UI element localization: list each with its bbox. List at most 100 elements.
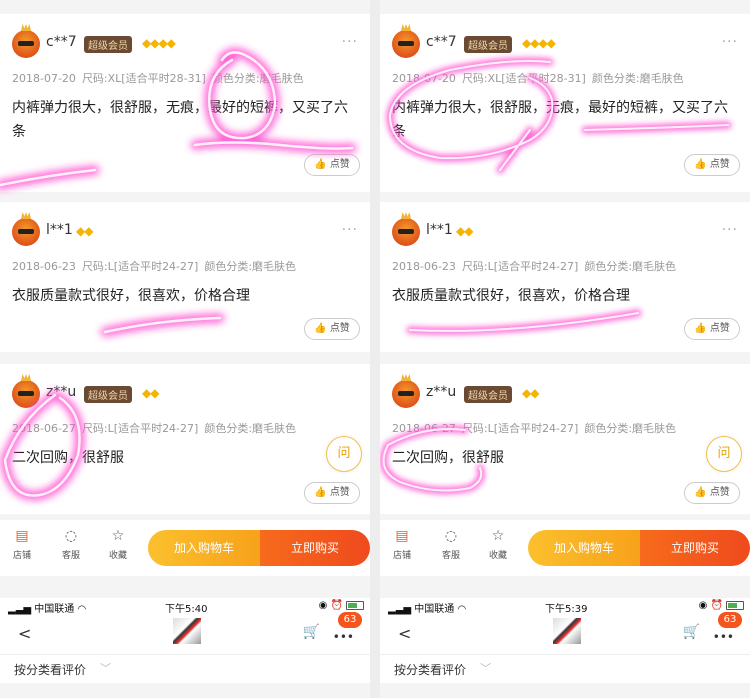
level-diamonds: ◆◆◆◆	[142, 36, 176, 50]
level-diamonds: ◆◆	[76, 224, 93, 238]
ask-button[interactable]: 问	[326, 436, 362, 472]
more-icon[interactable]: ···	[342, 222, 358, 238]
review-size: 尺码:L[适合平时24-27]	[461, 260, 579, 273]
reviewer-name[interactable]: l**1	[46, 222, 73, 238]
shop-button[interactable]: ▤ 店铺	[6, 528, 38, 561]
buy-now-button[interactable]: 立即购买	[260, 530, 370, 566]
review-meta: 2018-06-27 尺码:L[适合平时24-27] 颜色分类:磨毛肤色	[392, 420, 682, 436]
thumbs-up-icon: 👍	[314, 159, 327, 170]
reviewer-name[interactable]: l**1	[426, 222, 453, 238]
like-button[interactable]: 👍 点赞	[304, 318, 360, 340]
avatar[interactable]	[392, 380, 420, 408]
filter-label: 按分类看评价	[14, 663, 87, 677]
avatar[interactable]	[392, 218, 420, 246]
review-text: 衣服质量款式很好，很喜欢，价格合理	[12, 288, 250, 304]
chevron-down-icon: ﹀	[480, 662, 491, 675]
like-button[interactable]: 👍 点赞	[304, 482, 360, 504]
reviewer-name[interactable]: c**7	[46, 34, 77, 50]
alarm-icon: ⏰	[330, 600, 343, 611]
review-color: 颜色分类:磨毛肤色	[204, 260, 297, 273]
screenshot-left: c**7 超级会员 ◆◆◆◆ ··· 2018-07-20 尺码:XL[适合平时2…	[0, 0, 370, 698]
review-card: c**7 超级会员 ◆◆◆◆ ··· 2018-07-20 尺码:XL[适合平时2…	[380, 14, 750, 192]
avatar[interactable]	[12, 218, 40, 246]
more-icon[interactable]: ···	[722, 222, 738, 238]
like-button[interactable]: 👍 点赞	[684, 154, 740, 176]
star-icon: ☆	[111, 528, 125, 544]
add-to-cart-button[interactable]: 加入购物车	[528, 530, 640, 566]
level-diamonds: ◆◆	[456, 224, 473, 238]
alarm-icon: ⏰	[710, 600, 723, 611]
lock-icon: ◉	[318, 600, 328, 611]
shop-button[interactable]: ▤ 店铺	[386, 528, 418, 561]
avatar[interactable]	[12, 30, 40, 58]
reviewer-name[interactable]: z**u	[426, 384, 456, 400]
service-button[interactable]: ◌ 客服	[435, 528, 467, 561]
wifi-icon: ◠	[77, 604, 87, 615]
reviewer-name[interactable]: z**u	[46, 384, 76, 400]
favorite-button[interactable]: ☆ 收藏	[482, 528, 514, 561]
like-label: 点赞	[329, 323, 350, 334]
review-size: 尺码:XL[适合平时28-31]	[461, 72, 586, 85]
favorite-button[interactable]: ☆ 收藏	[102, 528, 134, 561]
more-menu-icon[interactable]: •••	[713, 630, 734, 644]
cart-icon[interactable]: 🛒	[303, 624, 320, 640]
review-date: 2018-06-23	[392, 260, 456, 273]
reviewer-name[interactable]: c**7	[426, 34, 457, 50]
review-date: 2018-06-27	[392, 422, 456, 435]
filter-bar[interactable]: 按分类看评价 ﹀	[0, 654, 370, 683]
more-icon[interactable]: ···	[722, 34, 738, 50]
shop-icon: ▤	[15, 528, 29, 544]
chevron-down-icon: ﹀	[100, 662, 111, 675]
filter-label: 按分类看评价	[394, 663, 467, 677]
back-icon[interactable]: <	[18, 624, 31, 643]
review-size: 尺码:L[适合平时24-27]	[81, 422, 199, 435]
product-thumbnail[interactable]	[173, 618, 201, 644]
back-icon[interactable]: <	[398, 624, 411, 643]
signal-icon: ▂▃▅	[388, 604, 412, 615]
review-meta: 2018-07-20 尺码:XL[适合平时28-31] 颜色分类:磨毛肤色	[392, 70, 690, 86]
review-text: 二次回购，很舒服	[12, 450, 124, 466]
bottom-action-bar: ▤ 店铺 ◌ 客服 ☆ 收藏 加入购物车 立即购买	[0, 520, 370, 576]
chat-icon: ◌	[444, 528, 458, 544]
ask-button[interactable]: 问	[706, 436, 742, 472]
shop-label: 店铺	[12, 551, 31, 561]
service-button[interactable]: ◌ 客服	[55, 528, 87, 561]
review-meta: 2018-06-27 尺码:L[适合平时24-27] 颜色分类:磨毛肤色	[12, 420, 302, 436]
like-button[interactable]: 👍 点赞	[684, 482, 740, 504]
like-button[interactable]: 👍 点赞	[304, 154, 360, 176]
status-icons: ◉ ⏰	[699, 600, 744, 611]
review-text: 二次回购，很舒服	[392, 450, 504, 466]
lock-icon: ◉	[698, 600, 708, 611]
vip-badge: 超级会员	[84, 386, 132, 403]
review-card: z**u 超级会员 ◆◆ 2018-06-27 尺码:L[适合平时24-27] 颜色…	[380, 364, 750, 514]
review-date: 2018-07-20	[392, 72, 456, 85]
avatar[interactable]	[392, 30, 420, 58]
like-label: 点赞	[709, 487, 730, 498]
carrier-label: 中国联通	[414, 604, 455, 615]
filter-bar[interactable]: 按分类看评价 ﹀	[380, 654, 750, 683]
nav-bar: < 🛒 ••• 63	[0, 612, 370, 654]
review-size: 尺码:XL[适合平时28-31]	[81, 72, 206, 85]
cart-count-badge: 63	[338, 612, 362, 628]
like-button[interactable]: 👍 点赞	[684, 318, 740, 340]
add-to-cart-button[interactable]: 加入购物车	[148, 530, 260, 566]
review-size: 尺码:L[适合平时24-27]	[81, 260, 199, 273]
more-menu-icon[interactable]: •••	[333, 630, 354, 644]
star-icon: ☆	[491, 528, 505, 544]
buy-now-button[interactable]: 立即购买	[640, 530, 750, 566]
review-card: z**u 超级会员 ◆◆ 2018-06-27 尺码:L[适合平时24-27] 颜色…	[0, 364, 370, 514]
more-icon[interactable]: ···	[342, 34, 358, 50]
shop-label: 店铺	[392, 551, 411, 561]
status-icons: ◉ ⏰	[319, 600, 364, 611]
favorite-label: 收藏	[488, 551, 507, 561]
thumbs-up-icon: 👍	[694, 159, 707, 170]
avatar[interactable]	[12, 380, 40, 408]
chat-icon: ◌	[64, 528, 78, 544]
signal-icon: ▂▃▅	[8, 604, 32, 615]
vip-badge: 超级会员	[464, 386, 512, 403]
review-color: 颜色分类:磨毛肤色	[591, 72, 684, 85]
product-thumbnail[interactable]	[553, 618, 581, 644]
vip-badge: 超级会员	[84, 36, 132, 53]
review-meta: 2018-07-20 尺码:XL[适合平时28-31] 颜色分类:磨毛肤色	[12, 70, 310, 86]
cart-icon[interactable]: 🛒	[683, 624, 700, 640]
